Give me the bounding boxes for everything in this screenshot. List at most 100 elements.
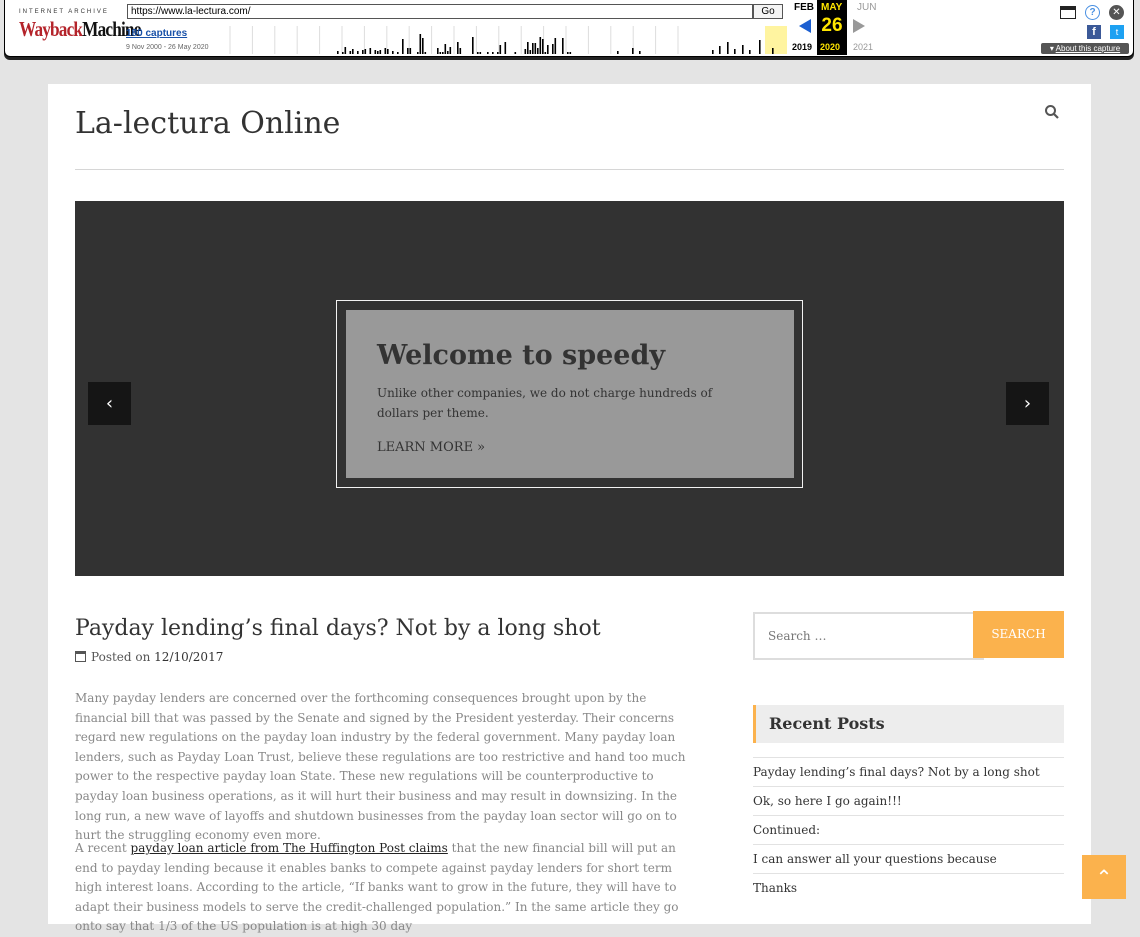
sparkline-bar (712, 50, 714, 54)
recent-post-item[interactable]: I can answer all your questions because (753, 844, 1064, 874)
slider-heading: Welcome to speedy (377, 340, 666, 371)
slider-prev-button[interactable]: ‹ (88, 382, 131, 425)
wayback-sparkline[interactable] (227, 26, 787, 54)
sparkline-bar (459, 48, 462, 54)
wayback-logo-way: Wayback (19, 17, 83, 41)
sparkline-bar (497, 52, 499, 54)
recent-posts-heading: Recent Posts (753, 705, 1064, 743)
search-icon[interactable] (1044, 104, 1064, 124)
sparkline-bar (537, 48, 539, 54)
recent-post-item[interactable]: Payday lending’s final days? Not by a lo… (753, 757, 1064, 787)
help-icon[interactable]: ? (1085, 5, 1100, 20)
wayback-month-prev[interactable]: FEB (794, 2, 814, 13)
recent-post-item[interactable]: Continued: (753, 815, 1064, 845)
close-icon[interactable]: ✕ (1109, 5, 1124, 20)
sparkline-bar (417, 52, 419, 54)
sparkline-bar (392, 51, 394, 54)
slider-next-button[interactable]: › (1006, 382, 1049, 425)
sparkline-bar (639, 51, 641, 54)
sparkline-bar (439, 52, 442, 54)
post-date[interactable]: 12/10/2017 (154, 650, 223, 664)
sparkline-bar (449, 47, 452, 54)
hero-slider: ‹ › Welcome to speedy Unlike other compa… (75, 201, 1064, 576)
recent-post-item[interactable]: Ok, so here I go again!!! (753, 786, 1064, 816)
sparkline-bar (529, 50, 532, 54)
chevron-left-icon: ‹ (105, 393, 114, 414)
sparkline-bar (407, 48, 409, 54)
slider-caption-frame: Welcome to speedy Unlike other companies… (336, 300, 803, 488)
sparkline-bar (442, 52, 444, 54)
post-paragraph-2: A recent payday loan article from The Hu… (75, 839, 695, 937)
sparkline-bar (539, 37, 542, 54)
wayback-logo-top: INTERNET ARCHIVE (19, 9, 109, 15)
sparkline-bar (364, 49, 367, 54)
chevron-up-icon: ⌃ (1095, 865, 1113, 889)
site-title[interactable]: La-lectura Online (75, 106, 340, 141)
sparkline-bar (527, 42, 529, 54)
sparkline-bar (419, 34, 422, 54)
sparkline-bar (424, 52, 427, 54)
sparkline-bar (422, 38, 424, 54)
sidebar-search-input[interactable]: Search … (753, 612, 984, 660)
sparkline-bar (379, 50, 382, 54)
about-capture-label: About this capture (1055, 44, 1121, 53)
slider-caption: Welcome to speedy Unlike other companies… (346, 310, 794, 478)
p2-text-pre: A recent (75, 841, 131, 855)
sparkline-bar (369, 48, 372, 54)
calendar-window-icon[interactable] (1060, 6, 1076, 19)
sparkline-bar (727, 42, 729, 54)
sparkline-bar (632, 48, 634, 54)
sparkline-bar (487, 52, 489, 54)
sparkline-bar (544, 52, 547, 54)
wayback-prev-arrow-icon[interactable] (799, 19, 811, 33)
sparkline-bar (569, 52, 572, 54)
sparkline-bar (479, 52, 482, 54)
sparkline-bar (524, 49, 527, 54)
recent-post-item[interactable]: Thanks (753, 873, 1064, 903)
posted-label: Posted on (91, 650, 151, 664)
post-title[interactable]: Payday lending’s final days? Not by a lo… (75, 616, 601, 641)
sparkline-bar (342, 52, 344, 54)
sparkline-bar (617, 51, 619, 54)
wayback-day: 26 (821, 15, 843, 36)
wayback-toolbar: INTERNET ARCHIVE WaybackMachine https://… (4, 0, 1134, 57)
learn-more-button[interactable]: LEARN MORE » (377, 440, 485, 455)
wayback-next-arrow-icon (853, 19, 865, 33)
sparkline-bar (472, 37, 474, 54)
sparkline-bar (447, 51, 449, 54)
wayback-year-prev[interactable]: 2019 (792, 42, 812, 52)
sparkline-bar (397, 52, 399, 54)
sparkline-bar (337, 51, 339, 54)
sparkline-bar (749, 50, 751, 54)
sparkline-bar (532, 43, 534, 54)
sidebar-search-button[interactable]: SEARCH (973, 611, 1064, 658)
sparkline-current-year (765, 26, 787, 54)
wayback-captures-link[interactable]: 180 captures (126, 28, 187, 39)
sparkline-bar (492, 52, 494, 54)
huffington-post-link[interactable]: payday loan article from The Huffington … (131, 841, 448, 855)
sparkline-bar (547, 45, 549, 54)
about-capture-button[interactable]: ▾ About this capture (1041, 43, 1129, 54)
sparkline-bar (384, 48, 387, 54)
wayback-url-input[interactable]: https://www.la-lectura.com/ (127, 4, 753, 19)
sparkline-bar (437, 48, 439, 54)
twitter-icon[interactable]: t (1110, 25, 1124, 39)
sparkline-bar (377, 51, 379, 54)
wayback-go-button[interactable]: Go (753, 4, 783, 19)
sparkline-bar (409, 48, 412, 54)
sparkline-bar (504, 42, 507, 54)
sparkline-bar (499, 45, 502, 54)
post-meta: Posted on 12/10/2017 (75, 650, 223, 664)
sparkline-bar (402, 39, 404, 54)
sparkline-bar (344, 47, 347, 54)
sparkline-bar (562, 38, 564, 54)
sparkline-bar (554, 38, 557, 54)
facebook-icon[interactable]: f (1087, 25, 1101, 39)
chevron-right-icon: › (1023, 393, 1032, 414)
wayback-logo[interactable]: WaybackMachine (19, 17, 141, 42)
sparkline-bar (719, 46, 721, 54)
sparkline-bar (444, 44, 447, 54)
back-to-top-button[interactable]: ⌃ (1082, 855, 1126, 899)
sparkline-bar (759, 40, 761, 54)
sparkline-bar (534, 43, 537, 54)
